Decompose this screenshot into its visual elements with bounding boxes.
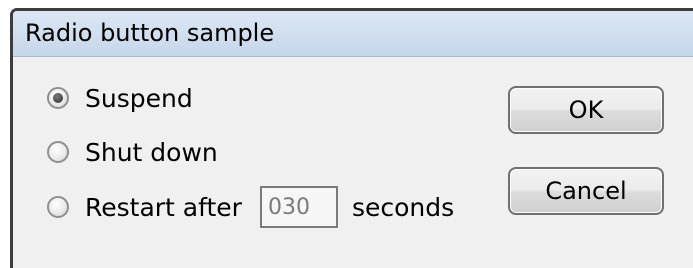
screen: Radio button sample Suspend Shut down Re… (0, 0, 693, 268)
title-bar[interactable]: Radio button sample (13, 11, 693, 57)
cancel-button[interactable]: Cancel (508, 167, 664, 215)
radio-shut-down-button[interactable] (47, 141, 69, 163)
ok-button[interactable]: OK (508, 86, 664, 134)
radio-selected-dot (53, 93, 63, 103)
dialog-window: Radio button sample Suspend Shut down Re… (10, 8, 693, 268)
radio-suspend-label[interactable]: Suspend (85, 84, 193, 113)
radio-option-shut-down[interactable]: Shut down (47, 135, 218, 169)
seconds-unit-label: seconds (351, 192, 455, 222)
radio-suspend-button[interactable] (47, 87, 69, 109)
radio-option-restart-after[interactable]: Restart after seconds (47, 186, 455, 228)
restart-seconds-input[interactable] (259, 186, 338, 228)
radio-option-suspend[interactable]: Suspend (47, 81, 193, 115)
radio-restart-after-button[interactable] (47, 196, 69, 218)
window-title: Radio button sample (25, 19, 275, 47)
dialog-body: Suspend Shut down Restart after seconds … (13, 57, 693, 268)
radio-shut-down-label[interactable]: Shut down (85, 138, 218, 167)
radio-restart-after-label[interactable]: Restart after (85, 193, 242, 222)
